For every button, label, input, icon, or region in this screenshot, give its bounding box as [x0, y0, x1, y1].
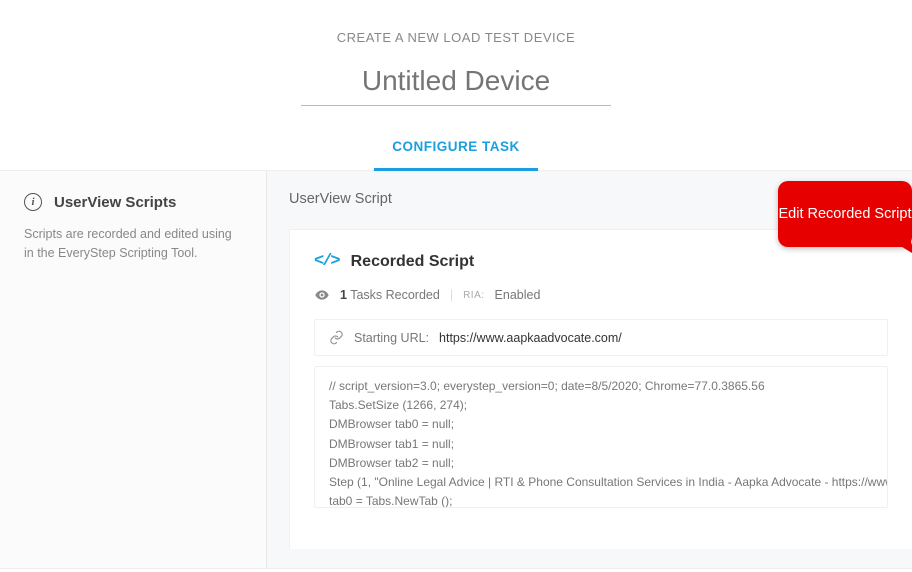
sidebar-header: i UserView Scripts [24, 193, 242, 211]
card-meta: 1 Tasks Recorded | RIA: Enabled [314, 287, 888, 303]
tab-configure-task[interactable]: CONFIGURE TASK [374, 129, 538, 171]
link-icon [329, 330, 344, 345]
starting-url-row: Starting URL: https://www.aapkaadvocate.… [314, 319, 888, 356]
code-icon: </> [314, 252, 339, 271]
device-name-input[interactable] [301, 61, 611, 106]
starting-url-value: https://www.aapkaadvocate.com/ [439, 331, 622, 345]
tasks-count: 1 Tasks Recorded [340, 288, 440, 302]
eye-icon [314, 287, 330, 303]
main-body: i UserView Scripts Scripts are recorded … [0, 171, 912, 568]
footer: Cancel [0, 568, 912, 572]
meta-separator: | [450, 288, 453, 302]
recorded-script-card: </> Recorded Script 1 Tasks Recorded | R… [289, 229, 912, 549]
sidebar-title: UserView Scripts [54, 194, 176, 211]
info-icon: i [24, 193, 42, 211]
sidebar: i UserView Scripts Scripts are recorded … [0, 171, 267, 568]
card-title: Recorded Script [351, 253, 475, 271]
starting-url-label: Starting URL: [354, 331, 429, 345]
card-header: </> Recorded Script [314, 252, 888, 271]
ria-label: RIA: [463, 290, 484, 301]
tab-bar: CONFIGURE TASK [0, 128, 912, 171]
annotation-text: Edit Recorded Script [779, 205, 912, 224]
sidebar-description: Scripts are recorded and edited using in… [24, 225, 242, 264]
ria-value: Enabled [495, 288, 541, 302]
header: CREATE A NEW LOAD TEST DEVICE CONFIGURE … [0, 0, 912, 171]
script-content[interactable]: // script_version=3.0; everystep_version… [314, 366, 888, 508]
page-subtitle: CREATE A NEW LOAD TEST DEVICE [0, 30, 912, 45]
